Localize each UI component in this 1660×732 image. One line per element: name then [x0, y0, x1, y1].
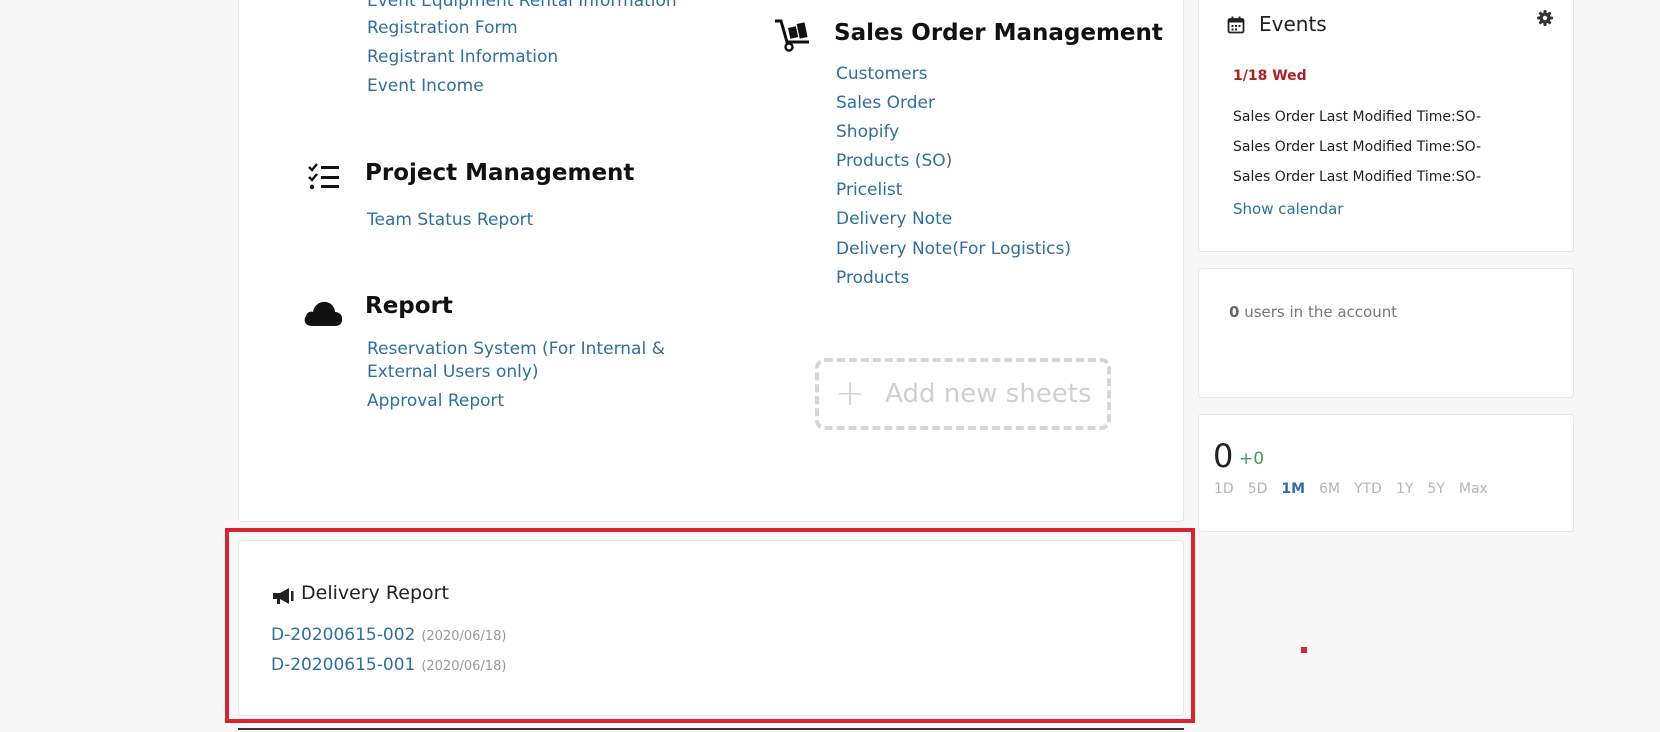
link-team-status-report[interactable]: Team Status Report — [367, 210, 533, 230]
users-label: users in the account — [1244, 303, 1398, 321]
event-item[interactable]: Sales Order Last Modified Time:SO- — [1233, 169, 1481, 185]
link-reservation-system[interactable]: Reservation System (For Internal & Exter… — [367, 338, 667, 384]
range-1y[interactable]: 1Y — [1396, 481, 1413, 497]
link-customers[interactable]: Customers — [836, 64, 927, 84]
range-ytd[interactable]: YTD — [1354, 481, 1382, 497]
link-products[interactable]: Products — [836, 268, 909, 288]
link-approval-report[interactable]: Approval Report — [367, 391, 504, 411]
delivery-report-title: Delivery Report — [301, 582, 449, 604]
range-5d[interactable]: 5D — [1248, 481, 1268, 497]
range-1d[interactable]: 1D — [1214, 481, 1234, 497]
event-item[interactable]: Sales Order Last Modified Time:SO- — [1233, 109, 1481, 125]
delivery-report-link[interactable]: D-20200615-001 — [271, 655, 415, 675]
users-panel: 0 users in the account — [1198, 268, 1574, 398]
divider — [238, 728, 1184, 730]
stats-panel: 0 +0 1D 5D 1M 6M YTD 1Y 5Y Max — [1198, 414, 1574, 532]
calendar-icon — [1227, 16, 1245, 38]
link-event-income[interactable]: Event Income — [367, 76, 484, 96]
link-products-so[interactable]: Products (SO) — [836, 151, 952, 171]
link-shopify[interactable]: Shopify — [836, 122, 899, 142]
link-delivery-note-logistics[interactable]: Delivery Note(For Logistics) — [836, 239, 1071, 259]
list-item: D-20200615-001 (2020/06/18) — [271, 655, 506, 675]
events-date: 1/18 Wed — [1233, 68, 1307, 84]
users-count: 0 — [1229, 303, 1240, 321]
link-delivery-note[interactable]: Delivery Note — [836, 209, 952, 229]
delivery-report-date: (2020/06/18) — [421, 629, 507, 644]
link-registration-form[interactable]: Registration Form — [367, 18, 518, 38]
checklist-icon — [307, 163, 341, 195]
add-new-sheets-button[interactable]: + Add new sheets — [815, 358, 1111, 430]
range-5y[interactable]: 5Y — [1427, 481, 1444, 497]
cursor-marker — [1301, 647, 1307, 653]
range-1m[interactable]: 1M — [1281, 481, 1305, 497]
link-pricelist[interactable]: Pricelist — [836, 180, 902, 200]
report-title: Report — [365, 293, 453, 319]
add-new-sheets-label: Add new sheets — [885, 379, 1092, 409]
sheets-panel: Event Equipment Rental Information Regis… — [238, 0, 1184, 522]
delivery-report-date: (2020/06/18) — [421, 659, 507, 674]
show-calendar-link[interactable]: Show calendar — [1233, 200, 1343, 218]
range-selector: 1D 5D 1M 6M YTD 1Y 5Y Max — [1214, 481, 1502, 497]
range-6m[interactable]: 6M — [1319, 481, 1340, 497]
list-item: D-20200615-002 (2020/06/18) — [271, 625, 506, 645]
delivery-report-link[interactable]: D-20200615-002 — [271, 625, 415, 645]
stats-value: 0 — [1213, 437, 1234, 475]
events-title: Events — [1259, 12, 1327, 36]
plus-icon: + — [835, 373, 866, 414]
project-management-title: Project Management — [365, 160, 635, 186]
sales-order-management-title: Sales Order Management — [834, 20, 1163, 46]
link-sales-order[interactable]: Sales Order — [836, 93, 935, 113]
gear-icon[interactable] — [1537, 10, 1553, 30]
event-item[interactable]: Sales Order Last Modified Time:SO- — [1233, 139, 1481, 155]
users-in-account-text: 0 users in the account — [1229, 303, 1397, 321]
stats-change: +0 — [1239, 449, 1265, 469]
link-registrant-information[interactable]: Registrant Information — [367, 47, 558, 67]
hand-truck-icon — [773, 18, 813, 56]
cloud-icon — [302, 298, 344, 332]
link-event-equipment-rental[interactable]: Event Equipment Rental Information — [367, 0, 677, 11]
megaphone-icon — [271, 587, 295, 609]
range-max[interactable]: Max — [1459, 481, 1488, 497]
events-panel: Events 1/18 Wed Sales Order Last Modifie… — [1198, 0, 1574, 252]
delivery-report-panel: Delivery Report D-20200615-002 (2020/06/1… — [238, 540, 1184, 716]
